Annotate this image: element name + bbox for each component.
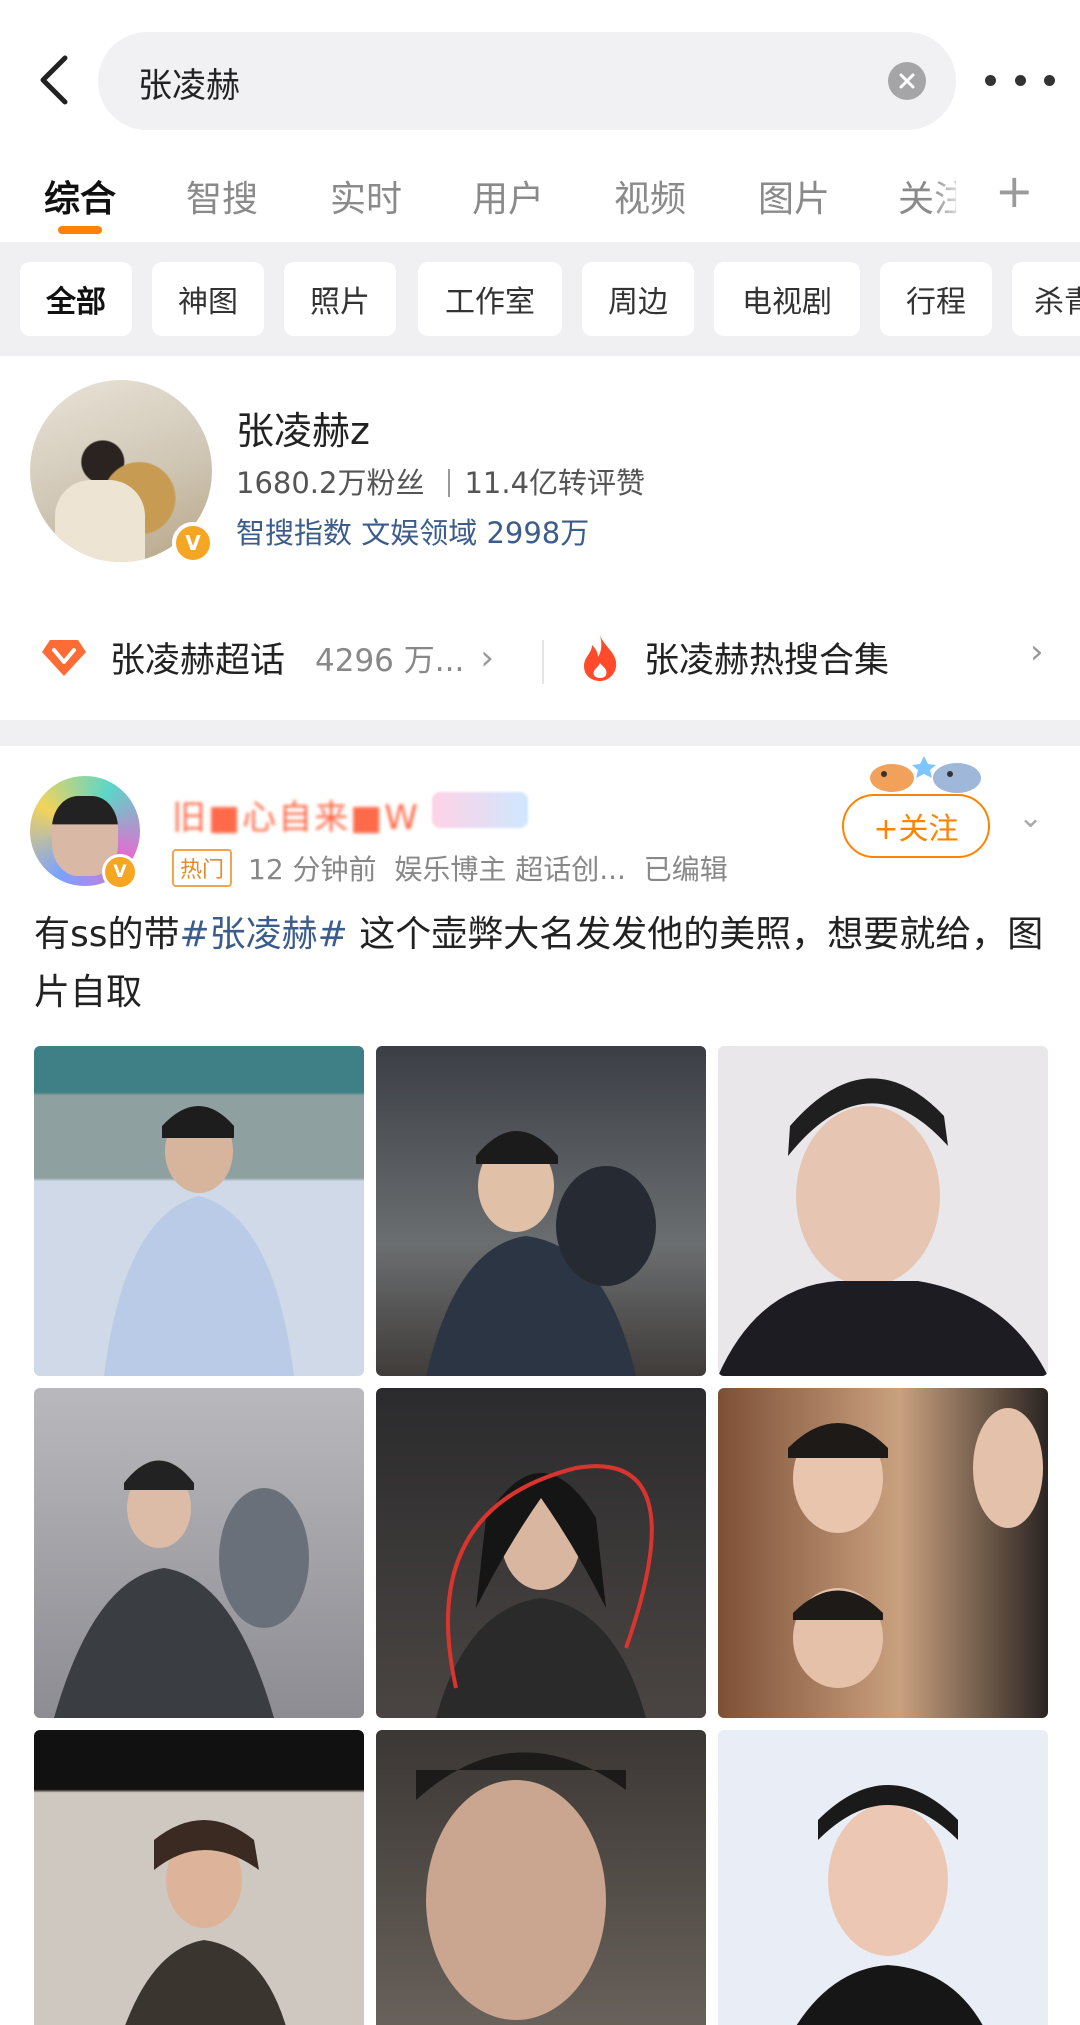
smart-index[interactable]: 智搜指数 文娱领域 2998万 [236,510,589,552]
photo-5[interactable] [376,1388,706,1718]
stats-divider [448,469,451,497]
fans-count: 1680.2万粉丝 [236,466,425,500]
link-divider [542,640,544,684]
clear-icon [899,73,915,89]
profile-stats: 1680.2万粉丝 11.4亿转评赞 [236,460,645,502]
photo-3[interactable] [718,1046,1048,1376]
photo-4[interactable] [34,1388,364,1718]
tab-video[interactable]: 视频 [614,170,686,222]
post-time: 12 分钟前 [248,853,377,886]
photo-2[interactable] [376,1046,706,1376]
tab-realtime[interactable]: 实时 [330,170,402,222]
post-edited: 已编辑 [643,853,728,886]
photo-7-figure [125,1820,286,2025]
tab-smart-search[interactable]: 智搜 [186,170,258,222]
post-meta: 热门 12 分钟前 娱乐博主 超话创... 已编辑 [172,848,728,888]
supertopic-count: 4296 万... [315,643,465,679]
post-text: 有ss的带#张凌赫# 这个壶弊大名发发他的美照，想要就给，图片自取 [34,906,1044,1022]
photo-6[interactable] [718,1388,1048,1718]
chip-photos[interactable]: 照片 [284,262,396,336]
photo-4-figure [54,1460,309,1718]
chip-schedule[interactable]: 行程 [880,262,992,336]
back-button[interactable] [24,50,84,110]
back-arrow-icon [40,55,68,105]
engagement-count: 11.4亿转评赞 [464,466,646,500]
tab-all[interactable]: 综合 [44,170,116,222]
photo-5-figure [436,1464,654,1718]
chevron-right-icon: › [480,637,494,678]
plus-icon[interactable]: + [995,164,1034,218]
search-header: 张凌赫 [0,0,1080,150]
tab-active-indicator [58,226,102,234]
photo-1-figure [104,1106,294,1376]
hotsearch-link[interactable]: 张凌赫热搜合集 [578,632,889,683]
search-input[interactable]: 张凌赫 [98,32,956,130]
chip-wrap[interactable]: 杀青 [1012,262,1080,336]
supertopic-gem-icon [42,639,86,676]
search-tabs: 综合 智搜 实时 用户 视频 图片 关注 + [0,150,1080,242]
more-button[interactable] [985,60,1055,100]
hot-tag: 热门 [172,849,233,887]
follow-decoration [870,756,981,793]
profile-name[interactable]: 张凌赫z [236,400,370,455]
tab-fade [930,150,970,242]
verified-icon: V [172,522,214,564]
filter-chips: 全部 神图 照片 工作室 周边 电视剧 行程 杀青 [0,242,1080,356]
clear-button[interactable] [888,62,926,100]
photo-3-figure [718,1078,1048,1376]
topic-links: 张凌赫超话 4296 万... › 张凌赫热搜合集 › [0,610,1080,710]
photo-9-figure [796,1785,983,2025]
chip-all[interactable]: 全部 [20,262,132,336]
chevron-right-icon[interactable]: › [1030,632,1044,672]
user-profile-card[interactable]: V 张凌赫z 1680.2万粉丝 11.4亿转评赞 智搜指数 文娱领域 2998万… [0,356,1080,716]
avatar-figure [55,480,145,562]
hotsearch-title: 张凌赫热搜合集 [644,641,890,681]
index-label: 智搜指数 文娱领域 [236,516,478,550]
photo-9[interactable] [718,1730,1048,2025]
post-text-prefix: 有ss的带 [34,914,180,955]
chip-god-pics[interactable]: 神图 [152,262,264,336]
more-icon [985,74,996,86]
weibo-post: V 旧■心自来■W 热门 12 分钟前 娱乐博主 超话创... 已编辑 +关注 … [0,746,1080,2025]
supertopic-title: 张凌赫超话 [110,641,286,681]
hashtag-link[interactable]: #张凌赫# [180,914,348,955]
search-query: 张凌赫 [138,66,240,106]
fire-icon [584,634,617,681]
follow-button[interactable]: +关注 [842,794,990,858]
chip-studio[interactable]: 工作室 [418,262,562,336]
photo-8[interactable] [376,1730,706,2025]
chevron-down-icon[interactable]: ⌄ [1018,800,1043,835]
more-icon-dot [1014,74,1026,86]
photo-1[interactable] [34,1046,364,1376]
tab-pictures[interactable]: 图片 [758,170,830,222]
photo-7[interactable] [34,1730,364,2025]
tab-users[interactable]: 用户 [472,170,544,222]
more-icon-dot [1044,74,1055,86]
verified-icon: V [102,854,138,890]
chip-merch[interactable]: 周边 [582,262,694,336]
author-badge [432,792,528,828]
supertopic-link[interactable]: 张凌赫超话 4296 万... › [40,632,494,683]
chip-tv-series[interactable]: 电视剧 [714,262,860,336]
section-divider [0,720,1080,746]
index-value: 2998万 [486,516,590,550]
photo-6-figure [788,1408,1043,1688]
photo-8-figure [416,1752,626,2020]
post-source: 娱乐博主 超话创... [394,853,626,886]
post-author-name-blurred[interactable]: 旧■心自来■W [172,790,420,839]
photo-2-figure [426,1131,656,1376]
